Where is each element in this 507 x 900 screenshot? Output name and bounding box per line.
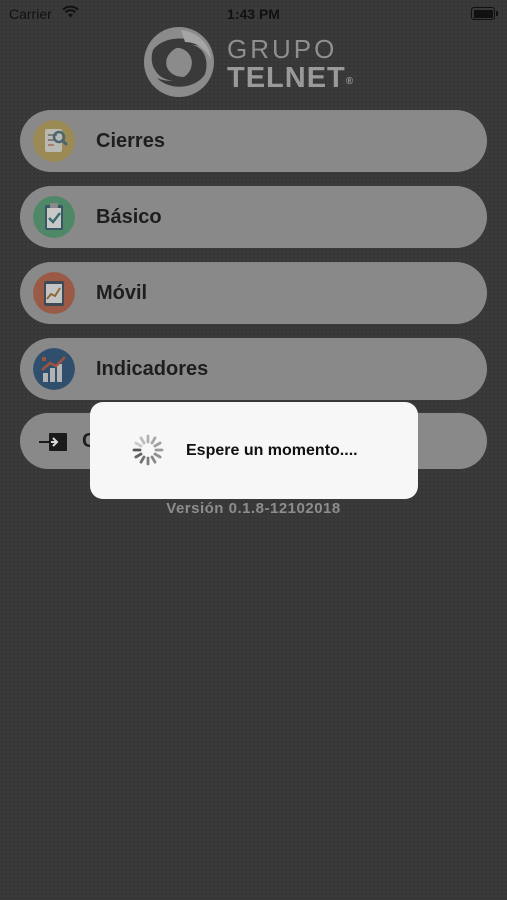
document-search-icon (33, 120, 75, 162)
logo-text-grupo: GRUPO (227, 34, 338, 64)
registered-mark: ® (345, 76, 355, 87)
loading-message: Espere un momento.... (186, 442, 358, 459)
menu-item-indicadores[interactable]: Indicadores (20, 338, 487, 400)
clock: 1:43 PM (227, 6, 280, 22)
tablet-chart-icon (33, 272, 75, 314)
menu-item-label: Básico (96, 206, 162, 228)
version-label: Versión 0.1.8-12102018 (166, 500, 341, 517)
logout-icon (33, 423, 75, 465)
loading-dialog: Espere un momento.... (90, 402, 418, 499)
battery-icon (471, 7, 498, 20)
logo-text-telnet: TELNET® (227, 62, 354, 95)
bar-chart-icon (33, 348, 75, 390)
grupo-telnet-logo: GRUPO TELNET® (141, 24, 381, 100)
menu-item-basico[interactable]: Básico (20, 186, 487, 248)
menu-item-label: Móvil (96, 282, 148, 304)
telnet-swirl-icon (144, 27, 214, 97)
menu-item-label: Indicadores (96, 358, 209, 380)
menu-item-label: Cierres (96, 130, 165, 152)
clipboard-check-icon (33, 196, 75, 238)
menu-item-cierres[interactable]: Cierres (20, 110, 487, 172)
loading-spinner-icon (131, 433, 165, 467)
menu-item-movil[interactable]: Móvil (20, 262, 487, 324)
logo-text-telnet-word: TELNET (227, 62, 346, 94)
